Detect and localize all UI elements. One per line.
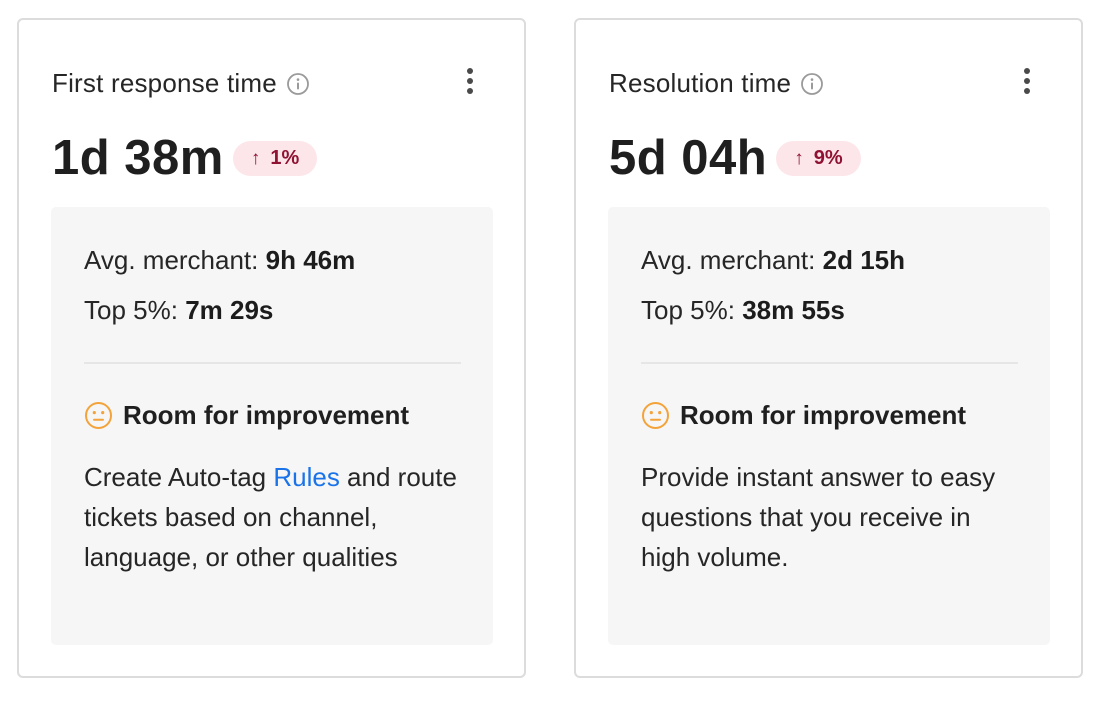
advice-text: Create Auto-tag Rules and route tickets … bbox=[84, 457, 464, 577]
advice-text-start: Create Auto-tag bbox=[84, 462, 274, 492]
status-row: Room for improvement bbox=[641, 400, 966, 431]
card-title: Resolution time bbox=[609, 68, 824, 99]
info-icon[interactable] bbox=[800, 72, 824, 96]
benchmark-value: 38m 55s bbox=[742, 295, 845, 325]
benchmark-value: 9h 46m bbox=[265, 245, 356, 275]
more-vertical-icon bbox=[1024, 68, 1030, 74]
metric-row: 5d 04h ↑ 9% bbox=[609, 134, 861, 183]
card-title-text: First response time bbox=[52, 68, 277, 98]
delta-text: 1% bbox=[270, 147, 300, 169]
advice-text: Provide instant answer to easy questions… bbox=[641, 462, 996, 572]
delta-badge: ↑ 1% bbox=[232, 141, 318, 176]
top-5-benchmark: Top 5%: 38m 55s bbox=[641, 295, 845, 326]
benchmark-label: Avg. merchant: bbox=[641, 245, 816, 275]
card-title-text: Resolution time bbox=[609, 68, 792, 98]
arrow-up-icon: ↑ bbox=[794, 147, 804, 169]
benchmark-label: Top 5%: bbox=[84, 295, 178, 325]
more-vertical-icon bbox=[467, 68, 473, 74]
card-title: First response time bbox=[52, 68, 310, 99]
insight-panel: Avg. merchant: 2d 15h Top 5%: 38m 55s Ro… bbox=[608, 207, 1050, 645]
metric-value: 5d 04h bbox=[609, 131, 768, 185]
neutral-face-icon bbox=[84, 401, 113, 430]
resolution-time-card: Resolution time 5d 04h ↑ 9% Avg. merchan… bbox=[574, 18, 1083, 678]
more-options-button[interactable] bbox=[1015, 66, 1039, 96]
benchmark-value: 2d 15h bbox=[822, 245, 905, 275]
avg-merchant-benchmark: Avg. merchant: 2d 15h bbox=[641, 245, 905, 276]
benchmark-label: Avg. merchant: bbox=[84, 245, 259, 275]
more-options-button[interactable] bbox=[458, 66, 482, 96]
divider bbox=[84, 362, 461, 364]
benchmark-value: 7m 29s bbox=[185, 295, 274, 325]
status-row: Room for improvement bbox=[84, 400, 409, 431]
divider bbox=[641, 362, 1018, 364]
info-icon[interactable] bbox=[286, 72, 310, 96]
status-label: Room for improvement bbox=[123, 400, 410, 430]
avg-merchant-benchmark: Avg. merchant: 9h 46m bbox=[84, 245, 355, 276]
neutral-face-icon bbox=[641, 401, 670, 430]
top-5-benchmark: Top 5%: 7m 29s bbox=[84, 295, 273, 326]
metric-value: 1d 38m bbox=[52, 131, 224, 185]
insight-panel: Avg. merchant: 9h 46m Top 5%: 7m 29s Roo… bbox=[51, 207, 493, 645]
benchmark-label: Top 5%: bbox=[641, 295, 735, 325]
delta-text: 9% bbox=[813, 147, 843, 169]
metric-row: 1d 38m ↑ 1% bbox=[52, 131, 318, 185]
delta-badge: ↑ 9% bbox=[776, 141, 861, 176]
first-response-time-card: First response time 1d 38m ↑ 1% Avg. mer… bbox=[17, 18, 526, 678]
status-label: Room for improvement bbox=[680, 400, 967, 430]
rules-link[interactable]: Rules bbox=[273, 462, 339, 492]
arrow-up-icon: ↑ bbox=[250, 147, 261, 169]
